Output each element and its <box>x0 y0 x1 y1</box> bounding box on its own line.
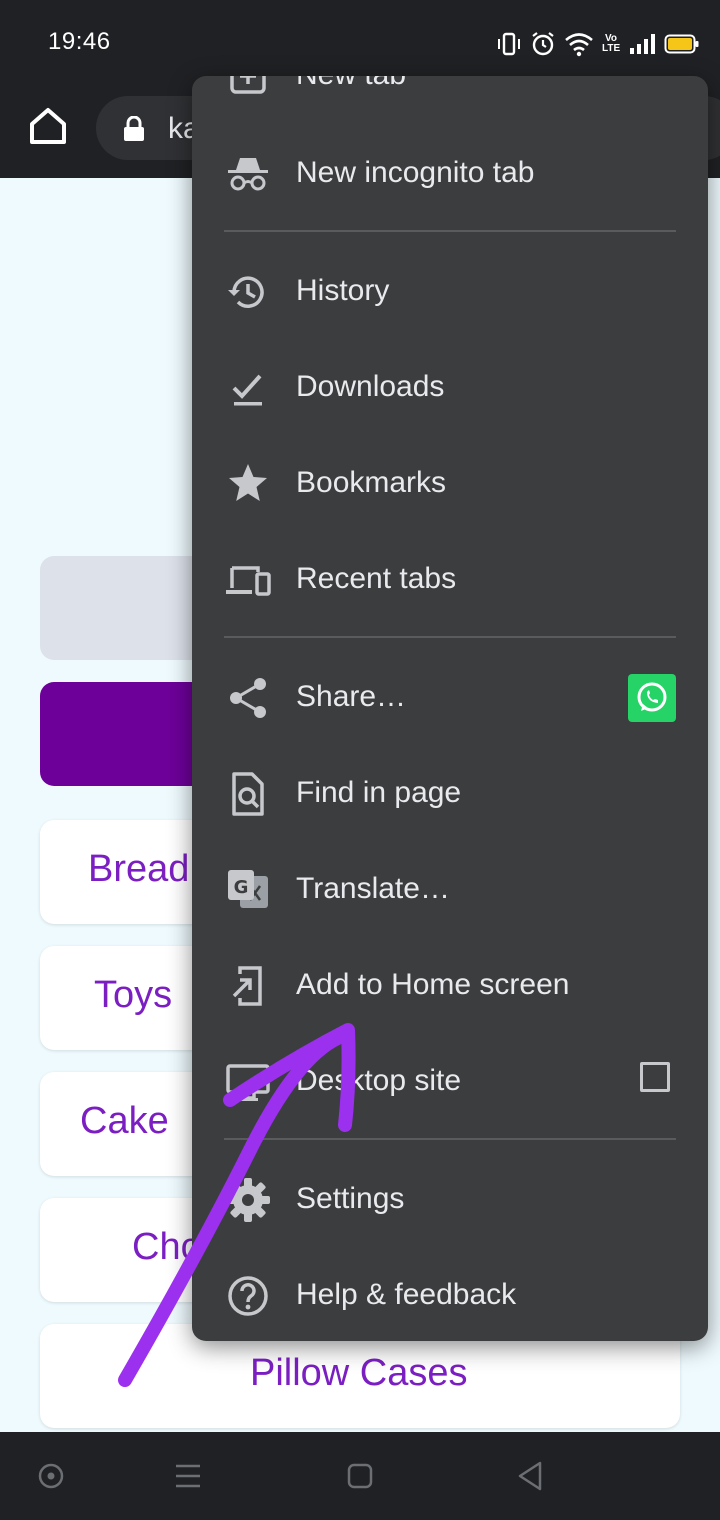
wifi-icon <box>565 33 593 57</box>
status-time: 19:46 <box>48 28 111 55</box>
menu-label: New tab <box>296 76 406 92</box>
new-tab-icon <box>230 76 266 94</box>
add-to-home-icon <box>232 966 262 1006</box>
menu-item-translate[interactable]: G Translate… <box>192 842 708 938</box>
whatsapp-glyph-icon <box>637 682 667 712</box>
menu-label: Help & feedback <box>296 1278 517 1311</box>
menu-item-settings[interactable]: Settings <box>192 1152 708 1248</box>
menu-item-new-incognito-tab[interactable]: New incognito tab <box>192 126 708 222</box>
menu-divider <box>224 230 676 232</box>
system-nav-bar <box>0 1432 720 1520</box>
menu-item-add-to-home-screen[interactable]: Add to Home screen <box>192 938 708 1034</box>
menu-item-downloads[interactable]: Downloads <box>192 340 708 436</box>
share-icon <box>230 678 266 718</box>
help-icon <box>228 1276 268 1316</box>
menu-item-find-in-page[interactable]: Find in page <box>192 746 708 842</box>
menu-label: Find in page <box>296 776 462 809</box>
menu-item-help-feedback[interactable]: Help & feedback <box>192 1248 708 1341</box>
volte-label: Vo LTE <box>602 33 621 54</box>
lock-icon <box>124 116 144 141</box>
svg-text:G: G <box>234 877 249 898</box>
menu-item-recent-tabs[interactable]: Recent tabs <box>192 532 708 628</box>
menu-label: History <box>296 274 390 307</box>
vibrate-icon <box>498 32 520 56</box>
signal-icon <box>630 34 655 54</box>
category-label: Pillow Cases <box>250 1352 468 1394</box>
status-bar: 19:46 Vo LTE <box>0 0 720 88</box>
translate-icon: G <box>228 870 268 908</box>
menu-label: New incognito tab <box>296 156 535 189</box>
home-icon[interactable] <box>24 102 72 150</box>
download-icon <box>232 374 262 406</box>
status-icons: Vo LTE <box>496 28 700 60</box>
find-in-page-icon <box>232 772 264 816</box>
menu-divider <box>224 636 676 638</box>
incognito-icon <box>228 158 268 191</box>
browser-overflow-menu: New tab New incognito tab History Downlo… <box>192 76 708 1341</box>
desktop-site-checkbox[interactable] <box>640 1062 670 1092</box>
menu-label: Add to Home screen <box>296 968 570 1001</box>
menu-label: Settings <box>296 1182 405 1215</box>
assistant-nav-icon[interactable] <box>38 1458 64 1494</box>
menu-label: Desktop site <box>296 1064 462 1097</box>
menu-item-new-tab[interactable]: New tab <box>192 76 708 124</box>
alarm-icon <box>532 32 554 56</box>
menu-item-share[interactable]: Share… <box>192 650 708 746</box>
back-nav-icon[interactable] <box>516 1458 544 1494</box>
menu-item-desktop-site[interactable]: Desktop site <box>192 1034 708 1130</box>
home-nav-icon[interactable] <box>346 1458 374 1494</box>
menu-label: Downloads <box>296 370 445 403</box>
menu-item-history[interactable]: History <box>192 244 708 340</box>
menu-item-bookmarks[interactable]: Bookmarks <box>192 436 708 532</box>
menu-label: Bookmarks <box>296 466 447 499</box>
menu-label: Recent tabs <box>296 562 457 595</box>
whatsapp-icon[interactable] <box>628 674 676 722</box>
category-label: Toys <box>94 974 173 1016</box>
settings-gear-icon <box>226 1178 270 1222</box>
menu-divider <box>224 1138 676 1140</box>
devices-icon <box>226 566 271 596</box>
menu-nav-icon[interactable] <box>174 1458 202 1494</box>
star-icon <box>229 464 267 501</box>
menu-label: Translate… <box>296 872 450 905</box>
battery-icon <box>664 34 699 54</box>
desktop-icon <box>226 1064 270 1101</box>
category-label: Cake <box>80 1100 169 1142</box>
history-icon <box>228 276 264 308</box>
menu-label: Share… <box>296 680 407 713</box>
category-label: Bread <box>88 848 190 890</box>
